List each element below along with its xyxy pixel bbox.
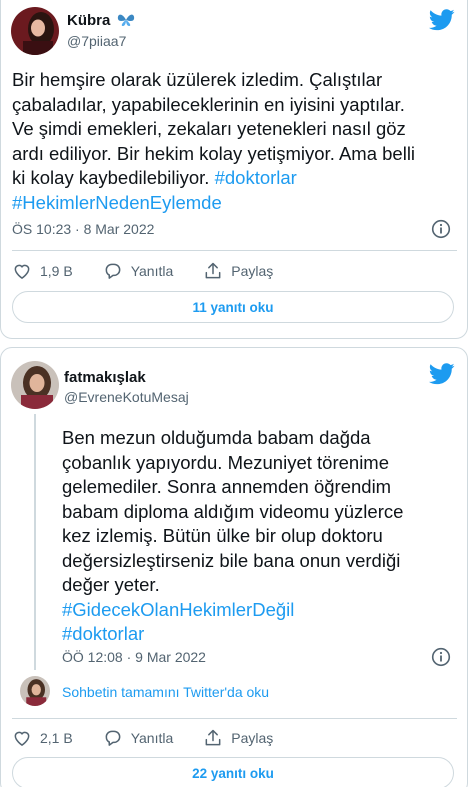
reply-icon xyxy=(105,263,121,279)
heart-icon xyxy=(14,731,30,746)
action-bar: 2,1 B Yanıtla Paylaş xyxy=(12,728,303,748)
info-icon[interactable] xyxy=(431,219,451,239)
twitter-bird-icon[interactable] xyxy=(429,9,455,31)
like-count: 1,9 B xyxy=(40,263,73,279)
reply-label: Yanıtla xyxy=(130,730,174,746)
show-thread-link[interactable]: Sohbetin tamamını Twitter'da oku xyxy=(62,684,269,700)
tweet-body: Ben mezun olduğumda babam dağda çobanlık… xyxy=(62,427,404,595)
hashtag-link[interactable]: #doktorlar xyxy=(215,167,297,188)
read-replies-button[interactable]: 22 yanıtı oku xyxy=(12,757,454,787)
author-name[interactable]: fatmakışlak xyxy=(64,369,146,386)
author-handle[interactable]: @EvreneKotuMesaj xyxy=(64,389,189,405)
read-replies-label: 11 yanıtı oku xyxy=(192,299,274,315)
thread-connector xyxy=(34,414,36,670)
tweet-timestamp[interactable]: ÖS 10:23 · 8 Mar 2022 xyxy=(12,221,154,237)
hashtag-link[interactable]: #GidecekOlanHekimlerDeğil xyxy=(62,598,457,623)
avatar[interactable] xyxy=(11,361,59,409)
divider xyxy=(12,718,457,719)
hashtag-link[interactable]: #doktorlar xyxy=(62,622,457,647)
read-replies-label: 22 yanıtı oku xyxy=(192,765,274,781)
reply-icon xyxy=(105,730,121,746)
action-bar: 1,9 B Yanıtla Paylaş xyxy=(12,261,303,281)
avatar[interactable] xyxy=(11,7,59,55)
share-label: Paylaş xyxy=(231,730,274,746)
author-handle[interactable]: @7piiaa7 xyxy=(67,33,126,49)
share-button[interactable]: Paylaş xyxy=(203,728,273,748)
like-button[interactable]: 2,1 B xyxy=(12,728,73,748)
tweet-body: Bir hemşire olarak üzülerek izledim. Çal… xyxy=(12,69,416,188)
heart-icon xyxy=(14,264,30,279)
share-button[interactable]: Paylaş xyxy=(203,261,273,281)
like-button[interactable]: 1,9 B xyxy=(12,261,73,281)
reply-button[interactable]: Yanıtla xyxy=(103,261,174,281)
divider xyxy=(12,250,457,251)
share-label: Paylaş xyxy=(231,263,274,279)
like-count: 2,1 B xyxy=(40,730,73,746)
tweet-card-1[interactable]: Kübra @7piiaa7 Bir hemşire olarak üzüler… xyxy=(0,0,468,339)
read-replies-button[interactable]: 11 yanıtı oku xyxy=(12,291,454,323)
reply-label: Yanıtla xyxy=(130,263,174,279)
thread-avatar[interactable] xyxy=(20,676,50,706)
butterfly-emoji-icon xyxy=(117,14,134,26)
tweet-timestamp[interactable]: ÖÖ 12:08 · 9 Mar 2022 xyxy=(62,649,206,665)
tweet-text: Bir hemşire olarak üzülerek izledim. Çal… xyxy=(12,68,457,215)
hashtag-link[interactable]: #HekimlerNedenEylemde xyxy=(12,191,457,216)
author-name-text[interactable]: Kübra xyxy=(67,12,110,29)
twitter-bird-icon[interactable] xyxy=(429,363,455,385)
author-name[interactable]: Kübra xyxy=(67,12,135,29)
share-icon xyxy=(205,262,221,279)
tweet-card-2[interactable]: fatmakışlak @EvreneKotuMesaj Ben mezun o… xyxy=(0,347,468,787)
share-icon xyxy=(205,729,221,746)
reply-button[interactable]: Yanıtla xyxy=(103,728,174,748)
tweet-text: Ben mezun olduğumda babam dağda çobanlık… xyxy=(62,426,457,647)
info-icon[interactable] xyxy=(431,647,451,667)
